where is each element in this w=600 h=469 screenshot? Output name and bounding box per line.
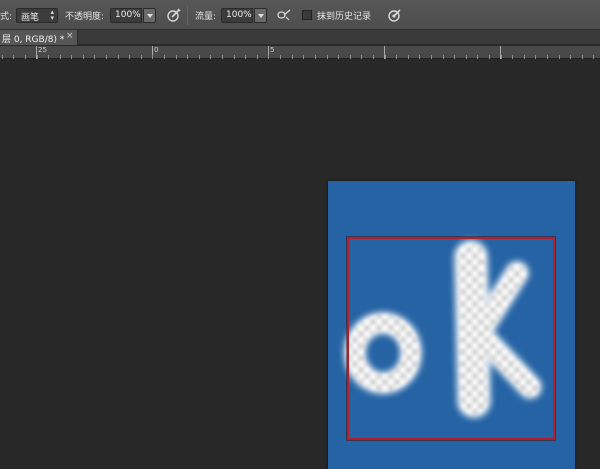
erase-to-history-checkbox[interactable] bbox=[302, 10, 312, 20]
ruler-label-0: 0 bbox=[154, 46, 159, 54]
document-tab[interactable]: 层 0, RGB/8) * × bbox=[0, 30, 78, 45]
ruler-label-5: 5 bbox=[270, 46, 275, 54]
airbrush-icon[interactable] bbox=[276, 7, 292, 23]
document-tab-title: 层 0, RGB/8) * bbox=[2, 35, 65, 45]
selection-rectangle[interactable] bbox=[347, 237, 555, 440]
document-canvas[interactable] bbox=[328, 181, 575, 469]
pressure-size-icon[interactable] bbox=[387, 7, 403, 23]
canvas-area[interactable] bbox=[0, 60, 600, 469]
document-tab-bar: 层 0, RGB/8) * × bbox=[0, 30, 600, 45]
flow-input[interactable]: 100% bbox=[221, 8, 253, 23]
erase-to-history-label: 抹到历史记录 bbox=[317, 12, 372, 22]
opacity-label: 不透明度: bbox=[65, 12, 105, 22]
opacity-dropdown-button[interactable] bbox=[143, 8, 156, 23]
flow-dropdown-button[interactable] bbox=[254, 8, 267, 23]
mode-value: 画笔 bbox=[21, 13, 40, 23]
flow-label: 流量: bbox=[195, 12, 217, 22]
ruler-label-25: 25 bbox=[38, 46, 47, 54]
mode-dropdown[interactable]: 画笔 ▴ ▾ bbox=[16, 8, 58, 23]
dropdown-arrows-icon: ▴ ▾ bbox=[50, 8, 54, 22]
horizontal-ruler[interactable]: 25 0 5 bbox=[0, 46, 600, 59]
mode-label: 式: bbox=[0, 12, 13, 22]
ruler-ticks bbox=[2, 46, 594, 59]
pressure-opacity-icon[interactable] bbox=[166, 7, 182, 23]
separator bbox=[187, 6, 188, 25]
opacity-input[interactable]: 100% bbox=[110, 8, 142, 23]
close-icon[interactable]: × bbox=[66, 31, 74, 41]
options-bar: 式: 画笔 ▴ ▾ 不透明度: 100% 流量: 100% 抹到历史记录 bbox=[0, 0, 600, 30]
